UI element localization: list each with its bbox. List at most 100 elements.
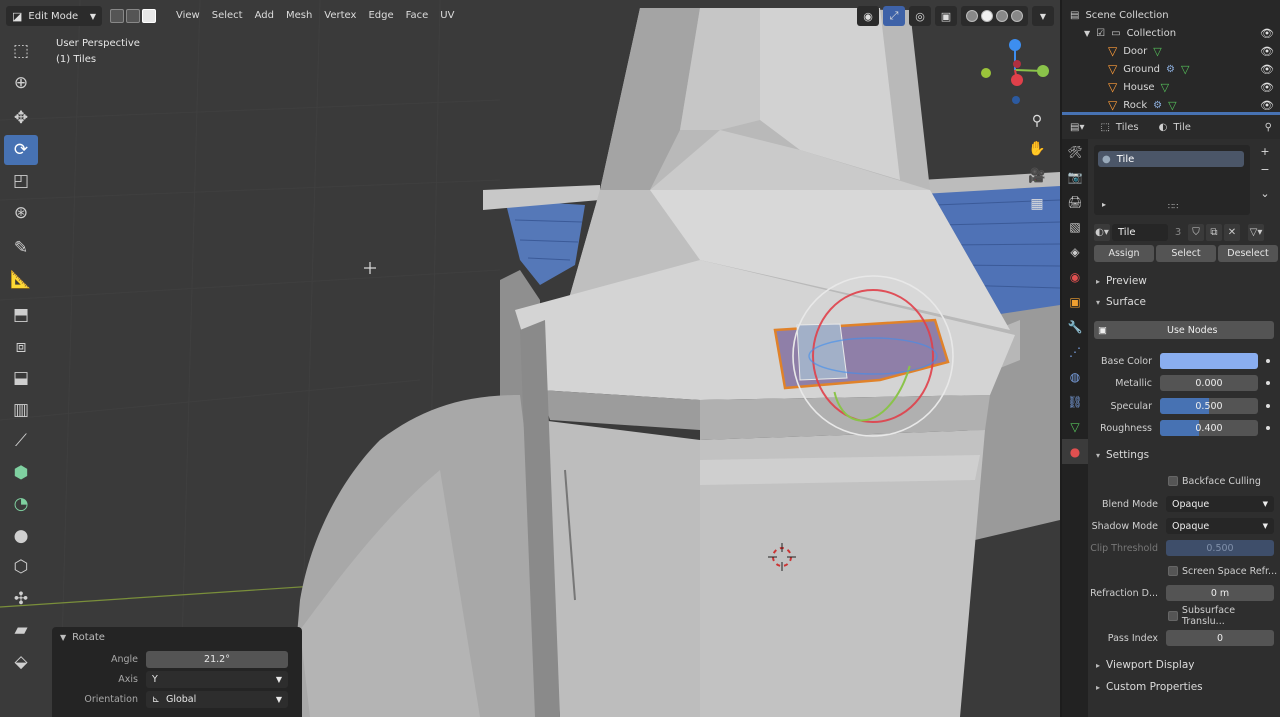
add-slot-button[interactable]: + xyxy=(1256,145,1274,161)
section-viewport-display[interactable]: ▸ Viewport Display xyxy=(1088,655,1280,675)
shading-options-button[interactable]: ▼ xyxy=(1032,6,1054,26)
perspective-grid-icon[interactable]: ▦ xyxy=(1024,191,1050,217)
eye-icon[interactable]: 👁 xyxy=(1260,63,1274,76)
loop-cut-tool[interactable]: ▥ xyxy=(4,395,38,425)
zoom-icon[interactable]: ⚲ xyxy=(1024,108,1050,134)
axis-dropdown[interactable]: Y ▼ xyxy=(146,670,288,688)
extrude-tool[interactable]: ⬒ xyxy=(4,300,38,330)
operator-title[interactable]: ▼ Rotate xyxy=(52,627,302,649)
menu-uv[interactable]: UV xyxy=(434,6,460,26)
tab-output[interactable]: 🖨 xyxy=(1062,189,1088,214)
eye-icon[interactable]: 👁 xyxy=(1260,27,1274,40)
outliner-item-ground[interactable]: ▽ Ground ⚙ ▽ 👁 xyxy=(1062,60,1280,78)
tab-view-layer[interactable]: ▧ xyxy=(1062,214,1088,239)
keyframe-dot-icon[interactable] xyxy=(1266,359,1270,363)
roughness-slider[interactable]: 0.400 xyxy=(1160,420,1258,436)
checkbox-checked-icon[interactable]: ☑ xyxy=(1096,28,1105,39)
shrink-fatten-tool[interactable]: ✣ xyxy=(4,584,38,614)
bevel-tool[interactable]: ⬓ xyxy=(4,363,38,393)
overlays-button[interactable]: ◎ xyxy=(909,6,931,26)
eye-icon[interactable]: 👁 xyxy=(1260,81,1274,94)
base-color-swatch[interactable] xyxy=(1160,353,1258,369)
shear-tool[interactable]: ▰ xyxy=(4,615,38,645)
tab-constraints[interactable]: ⛓ xyxy=(1062,389,1088,414)
rendered-shading-button[interactable] xyxy=(1011,10,1023,22)
section-preview[interactable]: ▸ Preview xyxy=(1088,271,1280,291)
menu-edge[interactable]: Edge xyxy=(362,6,399,26)
vertex-select-mode[interactable] xyxy=(110,9,124,23)
angle-field[interactable]: 21.2° xyxy=(146,650,288,668)
rotate-tool[interactable]: ⟳ xyxy=(4,134,38,165)
poly-build-tool[interactable]: ⬢ xyxy=(4,458,38,488)
deselect-button[interactable]: Deselect xyxy=(1218,245,1278,262)
screen-space-refraction-checkbox[interactable]: Screen Space Refr... xyxy=(1168,562,1277,580)
menu-face[interactable]: Face xyxy=(400,6,435,26)
metallic-slider[interactable]: 0.000 xyxy=(1160,375,1258,391)
cursor-tool[interactable]: ⊕ xyxy=(4,68,38,98)
solid-shading-button[interactable] xyxy=(981,10,993,22)
remove-slot-button[interactable]: − xyxy=(1256,163,1274,179)
wireframe-shading-button[interactable] xyxy=(966,10,978,22)
tab-modifiers[interactable]: 🔧 xyxy=(1062,314,1088,339)
mode-dropdown[interactable]: ◪ Edit Mode ▼ xyxy=(6,6,102,26)
spin-tool[interactable]: ◔ xyxy=(4,489,38,519)
tab-particles[interactable]: ⋰ xyxy=(1062,339,1088,364)
backface-culling-checkbox[interactable]: Backface Culling xyxy=(1168,472,1261,490)
pin-icon[interactable]: ⚲ xyxy=(1265,122,1272,133)
list-expand-icon[interactable]: ▸ xyxy=(1102,200,1106,209)
outliner[interactable]: ▤ Scene Collection ▼ ☑ ▭ Collection 👁 ▽ … xyxy=(1062,0,1280,112)
tab-material[interactable]: ● xyxy=(1062,439,1088,464)
link-dropdown-button[interactable]: ▽▾ xyxy=(1248,223,1264,241)
move-tool[interactable]: ✥ xyxy=(4,103,38,133)
use-nodes-button[interactable]: ▣ Use Nodes xyxy=(1094,321,1274,339)
keyframe-dot-icon[interactable] xyxy=(1266,381,1270,385)
section-settings[interactable]: ▾ Settings xyxy=(1088,445,1280,465)
material-name-field[interactable]: Tile xyxy=(1112,223,1168,241)
edge-slide-tool[interactable]: ⬡ xyxy=(4,552,38,582)
material-slot-item[interactable]: ● Tile xyxy=(1098,151,1244,167)
eye-icon[interactable]: 👁 xyxy=(1260,99,1274,112)
blend-mode-dropdown[interactable]: Opaque ▼ xyxy=(1166,496,1274,512)
scale-tool[interactable]: ◰ xyxy=(4,166,38,196)
scene-render[interactable] xyxy=(0,0,1060,717)
eye-icon[interactable]: 👁 xyxy=(1260,45,1274,58)
orientation-dropdown[interactable]: ⊾ Global ▼ xyxy=(146,690,288,708)
editor-type-icon[interactable]: ▤▾ xyxy=(1070,122,1084,133)
select-button[interactable]: Select xyxy=(1156,245,1216,262)
gizmo-toggle-button[interactable]: ⤢ xyxy=(883,6,905,26)
menu-vertex[interactable]: Vertex xyxy=(318,6,362,26)
outliner-item-door[interactable]: ▽ Door ▽ 👁 xyxy=(1062,42,1280,60)
refraction-depth-field[interactable]: 0 m xyxy=(1166,585,1274,601)
measure-tool[interactable]: 📐 xyxy=(4,265,38,295)
inset-tool[interactable]: ⧈ xyxy=(4,332,38,362)
menu-mesh[interactable]: Mesh xyxy=(280,6,318,26)
unlink-material-button[interactable]: ✕ xyxy=(1224,223,1240,241)
pan-hand-icon[interactable]: ✋ xyxy=(1024,136,1050,162)
face-select-mode[interactable] xyxy=(142,9,156,23)
outliner-collection[interactable]: ▼ ☑ ▭ Collection 👁 xyxy=(1062,24,1280,42)
subsurface-translucency-checkbox[interactable]: Subsurface Translu... xyxy=(1168,605,1280,627)
tab-world[interactable]: ◉ xyxy=(1062,264,1088,289)
assign-button[interactable]: Assign xyxy=(1094,245,1154,262)
last-operator-panel[interactable]: ▼ Rotate Angle 21.2° Axis Y ▼ Orientation… xyxy=(52,627,302,717)
browse-material-button[interactable]: ◐▾ xyxy=(1094,223,1110,241)
annotate-tool[interactable]: ✎ xyxy=(4,233,38,263)
visibility-selectability-button[interactable]: ◉ xyxy=(857,6,879,26)
menu-select[interactable]: Select xyxy=(206,6,249,26)
outliner-scene-collection[interactable]: ▤ Scene Collection xyxy=(1062,6,1280,24)
shadow-mode-dropdown[interactable]: Opaque ▼ xyxy=(1166,518,1274,534)
select-box-tool[interactable]: ⬚ xyxy=(4,36,38,66)
tab-object[interactable]: ▣ xyxy=(1062,289,1088,314)
tab-render[interactable]: 📷 xyxy=(1062,164,1088,189)
camera-view-icon[interactable]: 🎥 xyxy=(1024,163,1050,189)
keyframe-dot-icon[interactable] xyxy=(1266,426,1270,430)
knife-tool[interactable]: ⟋ xyxy=(4,426,38,456)
section-custom-properties[interactable]: ▸ Custom Properties xyxy=(1088,677,1280,697)
material-slot-list[interactable]: ● Tile ▸ ∷∷ xyxy=(1094,145,1250,215)
rip-tool[interactable]: ⬙ xyxy=(4,647,38,677)
duplicate-material-button[interactable]: ⧉ xyxy=(1206,223,1222,241)
material-preview-shading-button[interactable] xyxy=(996,10,1008,22)
3d-viewport[interactable]: ◪ Edit Mode ▼ View Select Add Mesh Verte… xyxy=(0,0,1060,717)
tab-tool[interactable]: 🛠 xyxy=(1062,139,1088,164)
tab-physics[interactable]: ◍ xyxy=(1062,364,1088,389)
